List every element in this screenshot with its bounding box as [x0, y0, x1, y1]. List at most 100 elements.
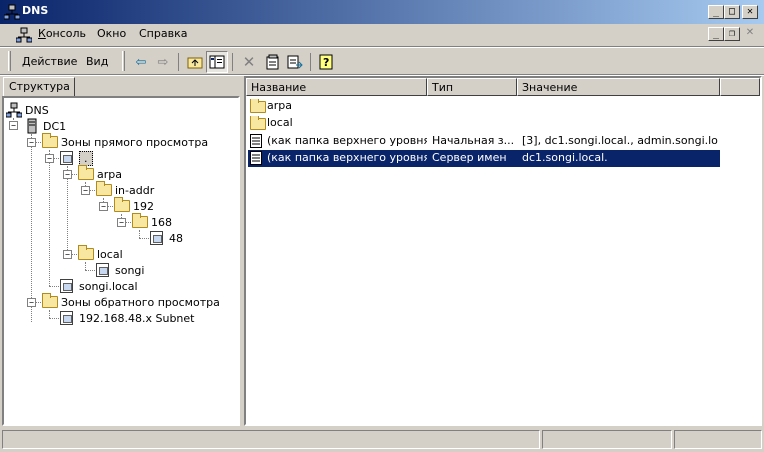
expander-dot[interactable]: −	[45, 154, 54, 163]
row-name: (как папка верхнего уровня)	[267, 134, 427, 147]
column-header-type[interactable]: Тип	[427, 78, 517, 96]
tree-label: .	[79, 150, 93, 166]
properties-icon[interactable]	[262, 51, 284, 73]
row-type: Сервер имен	[432, 151, 507, 164]
folder-icon	[42, 133, 58, 148]
dns-server-icon	[6, 102, 22, 118]
zone-icon	[96, 263, 109, 277]
expander-in-addr[interactable]: −	[81, 186, 90, 195]
tree-item-reverse-zones[interactable]: Зоны обратного просмотра	[42, 293, 220, 310]
tree-item-168[interactable]: 168	[132, 213, 172, 230]
title-bar[interactable]: DNS _ □ ✕	[0, 0, 764, 24]
status-panel-2	[542, 430, 672, 449]
help-icon[interactable]: ?	[316, 51, 338, 73]
list-row[interactable]: (как папка верхнего уровня) Начальная з.…	[248, 133, 720, 150]
server-icon	[27, 118, 37, 134]
up-folder-icon[interactable]	[184, 51, 206, 73]
list-pane[interactable]: Название Тип Значение arpa local (как па…	[244, 76, 762, 426]
tree-label: arpa	[97, 167, 122, 181]
toolbar-separator	[178, 53, 179, 71]
action-menu[interactable]: Действие	[22, 55, 77, 68]
folder-icon	[96, 181, 112, 196]
close-button[interactable]: ✕	[742, 5, 758, 19]
svg-text:?: ?	[323, 56, 329, 69]
zone-icon	[60, 311, 73, 325]
toolbar-grip	[8, 51, 11, 71]
row-value: [3], dc1.songi.local., admin.songi.local…	[522, 134, 718, 147]
toolbar: Действие Вид ⇦ ⇨ ✕ ?	[0, 48, 764, 74]
zone-icon	[60, 279, 73, 293]
row-name: (как папка верхнего уровня)	[267, 151, 427, 164]
child-restore-button[interactable]: ❐	[724, 27, 740, 41]
row-name: local	[267, 116, 293, 129]
folder-icon	[114, 197, 130, 212]
menu-console[interactable]: Консоль	[38, 27, 86, 40]
list-row[interactable]: local	[248, 115, 720, 132]
tab-structure[interactable]: Структура	[3, 77, 75, 97]
view-menu-label: Вид	[86, 55, 109, 68]
menu-bar: Консоль Окно Справка _ ❐ ✕	[0, 24, 764, 46]
tree-item-local[interactable]: local	[78, 245, 123, 262]
tree-label: 192.168.48.x Subnet	[79, 311, 195, 325]
zone-icon	[60, 151, 73, 165]
tree-label: DNS	[25, 103, 49, 117]
minimize-button[interactable]: _	[708, 5, 724, 19]
list-row-selected[interactable]: (как папка верхнего уровня) Сервер имен …	[248, 150, 720, 167]
row-value: dc1.songi.local.	[522, 151, 608, 164]
tree-label: songi	[115, 263, 145, 277]
status-panel-main	[2, 430, 540, 449]
tree-item-192[interactable]: 192	[114, 197, 154, 214]
tree-item-arpa[interactable]: arpa	[78, 165, 122, 182]
folder-icon	[78, 245, 94, 260]
tree-item-dc1[interactable]: DC1	[24, 118, 66, 134]
menu-window[interactable]: Окно	[97, 27, 126, 40]
maximize-button[interactable]: □	[724, 5, 740, 19]
child-close-button[interactable]: ✕	[742, 27, 758, 41]
tree-item-subnet[interactable]: 192.168.48.x Subnet	[60, 310, 194, 326]
back-arrow-icon[interactable]: ⇦	[130, 51, 152, 73]
forward-arrow-icon[interactable]: ⇨	[152, 51, 174, 73]
tree-label: songi.local	[79, 279, 138, 293]
show-hide-tree-icon[interactable]	[206, 51, 228, 73]
column-value-label: Значение	[522, 81, 578, 94]
tree-label: 192	[133, 199, 154, 213]
tree-label: 168	[151, 215, 172, 229]
view-menu[interactable]: Вид	[86, 55, 108, 68]
toolbar-separator-2	[232, 53, 233, 71]
expander-168[interactable]: −	[117, 218, 126, 227]
expander-forward-zones[interactable]: −	[27, 138, 36, 147]
row-name: arpa	[267, 99, 292, 112]
menu-help-label: Справка	[139, 27, 188, 40]
tree-item-songi[interactable]: songi	[96, 262, 144, 278]
expander-arpa[interactable]: −	[63, 170, 72, 179]
row-type: Начальная з...	[432, 134, 515, 147]
console-icon	[16, 27, 32, 43]
list-row[interactable]: arpa	[248, 98, 720, 115]
tree-item-48[interactable]: 48	[150, 230, 183, 246]
tree-item-forward-zones[interactable]: Зоны прямого просмотра	[42, 133, 208, 150]
status-panel-3	[674, 430, 762, 449]
folder-icon	[132, 213, 148, 228]
tree-item-songi-local[interactable]: songi.local	[60, 278, 138, 294]
tree-label: DC1	[43, 119, 67, 133]
tree-item-dns[interactable]: DNS	[6, 102, 49, 118]
delete-icon[interactable]: ✕	[238, 51, 260, 73]
expander-local[interactable]: −	[63, 250, 72, 259]
menu-help[interactable]: Справка	[139, 27, 187, 40]
export-list-icon[interactable]	[284, 51, 306, 73]
action-menu-label: Действие	[22, 55, 78, 68]
column-header-filler	[720, 78, 760, 96]
tree-item-in-addr[interactable]: in-addr	[96, 181, 154, 198]
tree-pane[interactable]: − − − − − − − − − DNS DC1 Зоны прямого п…	[2, 96, 240, 426]
tree-label: local	[97, 247, 123, 261]
menu-console-label: онсоль	[45, 27, 87, 40]
column-header-name[interactable]: Название	[246, 78, 427, 96]
folder-icon	[250, 116, 266, 130]
tree-item-dot[interactable]: .	[60, 150, 93, 166]
column-header-value[interactable]: Значение	[517, 78, 720, 96]
expander-reverse-zones[interactable]: −	[27, 298, 36, 307]
toolbar-grip-2	[122, 51, 125, 71]
expander-dc1[interactable]: −	[9, 121, 18, 130]
expander-192[interactable]: −	[99, 202, 108, 211]
child-minimize-button[interactable]: _	[708, 27, 724, 41]
